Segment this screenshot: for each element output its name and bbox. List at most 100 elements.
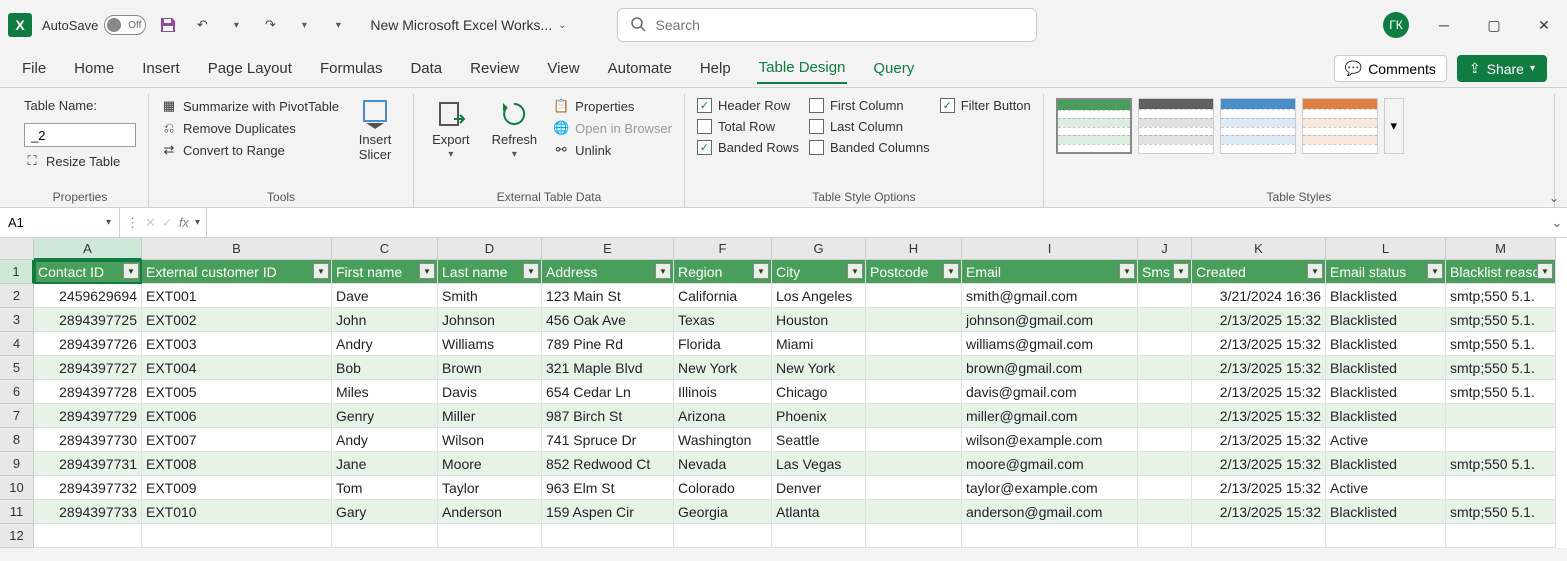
data-cell[interactable]: Nevada [674,452,772,476]
banded-columns-checkbox[interactable]: Banded Columns [809,140,930,155]
data-cell[interactable]: johnson@gmail.com [962,308,1138,332]
data-cell[interactable]: EXT007 [142,428,332,452]
data-cell[interactable]: Gary [332,500,438,524]
data-cell[interactable]: Andry [332,332,438,356]
table-header-cell[interactable]: Address▼ [542,260,674,284]
data-cell[interactable] [1446,476,1556,500]
data-cell[interactable]: EXT008 [142,452,332,476]
data-cell[interactable]: smtp;550 5.1. [1446,284,1556,308]
data-cell[interactable]: 2/13/2025 15:32 [1192,452,1326,476]
table-header-cell[interactable]: Contact ID▼ [34,260,142,284]
column-header[interactable]: E [542,238,674,260]
data-cell[interactable]: Dave [332,284,438,308]
empty-cell[interactable] [34,524,142,548]
accept-formula-icon[interactable]: ✓ [162,215,173,231]
row-header[interactable]: 3 [0,308,34,332]
empty-cell[interactable] [542,524,674,548]
data-cell[interactable]: smtp;550 5.1. [1446,356,1556,380]
column-header[interactable]: J [1138,238,1192,260]
column-header[interactable]: L [1326,238,1446,260]
tab-view[interactable]: View [545,54,581,83]
table-styles-more-button[interactable]: ▾ [1384,98,1404,154]
empty-cell[interactable] [772,524,866,548]
column-header[interactable]: F [674,238,772,260]
empty-cell[interactable] [438,524,542,548]
data-cell[interactable]: Active [1326,476,1446,500]
data-cell[interactable] [866,380,962,404]
data-cell[interactable]: miller@gmail.com [962,404,1138,428]
share-button[interactable]: ⇪ Share ▾ [1457,55,1547,82]
row-header[interactable]: 6 [0,380,34,404]
data-cell[interactable]: Atlanta [772,500,866,524]
tab-file[interactable]: File [20,54,48,83]
resize-table-button[interactable]: ⛶ Resize Table [24,153,120,169]
data-cell[interactable]: Phoenix [772,404,866,428]
data-cell[interactable]: Las Vegas [772,452,866,476]
data-cell[interactable]: 321 Maple Blvd [542,356,674,380]
data-cell[interactable]: moore@gmail.com [962,452,1138,476]
data-cell[interactable]: 2/13/2025 15:32 [1192,308,1326,332]
row-header[interactable]: 9 [0,452,34,476]
data-cell[interactable]: Brown [438,356,542,380]
data-cell[interactable] [1138,356,1192,380]
user-avatar[interactable]: ГК [1383,12,1409,38]
data-cell[interactable]: EXT002 [142,308,332,332]
data-cell[interactable]: brown@gmail.com [962,356,1138,380]
table-header-cell[interactable]: Postcode▼ [866,260,962,284]
undo-dropdown-icon[interactable]: ▾ [224,13,248,37]
last-column-checkbox[interactable]: Last Column [809,119,903,134]
data-cell[interactable]: Seattle [772,428,866,452]
table-style-thumb[interactable] [1056,98,1132,154]
search-input[interactable] [656,17,1024,33]
empty-cell[interactable] [674,524,772,548]
table-header-cell[interactable]: Email status▼ [1326,260,1446,284]
data-cell[interactable]: Texas [674,308,772,332]
comments-button[interactable]: 💬 Comments [1334,55,1447,82]
fx-icon[interactable]: fx [179,215,189,230]
data-cell[interactable]: Blacklisted [1326,356,1446,380]
data-cell[interactable] [866,476,962,500]
table-style-thumb[interactable] [1220,98,1296,154]
filter-dropdown-icon[interactable]: ▼ [123,263,139,279]
data-cell[interactable]: EXT005 [142,380,332,404]
data-cell[interactable]: 2/13/2025 15:32 [1192,380,1326,404]
data-cell[interactable]: 2894397729 [34,404,142,428]
data-cell[interactable]: Taylor [438,476,542,500]
data-cell[interactable] [866,332,962,356]
row-header[interactable]: 4 [0,332,34,356]
row-header[interactable]: 7 [0,404,34,428]
unlink-button[interactable]: ⚯Unlink [553,142,611,158]
table-name-input[interactable] [24,123,136,147]
data-cell[interactable] [1138,404,1192,428]
data-cell[interactable]: EXT009 [142,476,332,500]
tab-review[interactable]: Review [468,54,521,83]
data-cell[interactable]: Houston [772,308,866,332]
data-cell[interactable]: Wilson [438,428,542,452]
tab-help[interactable]: Help [698,54,733,83]
autosave-control[interactable]: AutoSave Off [42,15,146,35]
data-cell[interactable]: Colorado [674,476,772,500]
tab-insert[interactable]: Insert [140,54,182,83]
save-icon[interactable] [156,13,180,37]
data-cell[interactable]: 2894397731 [34,452,142,476]
data-cell[interactable]: EXT003 [142,332,332,356]
row-header[interactable]: 8 [0,428,34,452]
table-header-cell[interactable]: Sms▼ [1138,260,1192,284]
tab-query[interactable]: Query [871,54,916,83]
banded-rows-checkbox[interactable]: Banded Rows [697,140,799,155]
export-button[interactable]: Export▾ [426,98,476,160]
data-cell[interactable] [1138,452,1192,476]
data-cell[interactable] [1446,404,1556,428]
data-cell[interactable] [866,428,962,452]
refresh-button[interactable]: Refresh▾ [486,98,544,160]
table-header-cell[interactable]: Region▼ [674,260,772,284]
table-style-thumb[interactable] [1138,98,1214,154]
formula-input[interactable] [207,208,1547,237]
data-cell[interactable]: 3/21/2024 16:36 [1192,284,1326,308]
table-style-thumb[interactable] [1302,98,1378,154]
summarize-pivot-button[interactable]: ▦Summarize with PivotTable [161,98,339,114]
row-header[interactable]: 11 [0,500,34,524]
filter-dropdown-icon[interactable]: ▼ [943,263,959,279]
empty-cell[interactable] [1138,524,1192,548]
data-cell[interactable]: 2459629694 [34,284,142,308]
